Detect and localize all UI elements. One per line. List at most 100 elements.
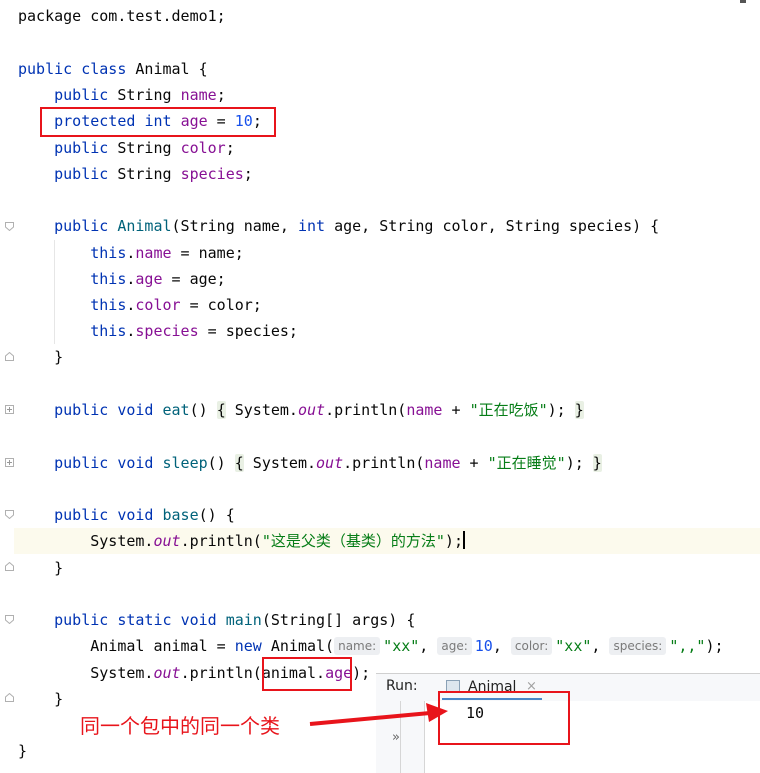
code-editor[interactable]: package com.test.demo1; public class Ani… — [0, 0, 760, 772]
expand-fold-icon[interactable] — [5, 458, 14, 467]
parameter-hint: age: — [437, 637, 472, 655]
keyword: public — [54, 454, 109, 472]
keyword: void — [117, 454, 154, 472]
parens: () — [207, 454, 226, 472]
highlight-box-protected-field — [40, 107, 276, 137]
folded-brace[interactable]: { — [216, 401, 226, 419]
folded-brace[interactable]: } — [574, 401, 584, 419]
fold-marker-icon[interactable] — [5, 510, 14, 519]
code-line-assign-name[interactable]: this.name = name; — [18, 240, 244, 266]
code-line-class-decl[interactable]: public class Animal { — [18, 56, 208, 82]
semicolon: ; — [216, 86, 226, 104]
fold-marker-icon[interactable] — [5, 352, 14, 361]
field-name: color — [135, 296, 181, 314]
number-literal: 10 — [474, 637, 493, 655]
fold-marker-icon[interactable] — [5, 562, 14, 571]
string-literal: "xx" — [555, 637, 592, 655]
field-name: species — [180, 165, 244, 183]
operator: + — [460, 454, 488, 472]
run-label: Run: — [386, 678, 418, 694]
keyword: this — [90, 270, 127, 288]
code-line-eat-method[interactable]: public void eat() { System.out.println(n… — [18, 397, 584, 423]
keyword: this — [90, 322, 127, 340]
expand-fold-icon[interactable] — [5, 405, 14, 414]
method-name: main — [225, 611, 262, 629]
semicolon: ; — [243, 165, 253, 183]
keyword: public — [54, 506, 109, 524]
package-statement: package com.test.demo1; — [18, 7, 226, 25]
field-name: name — [424, 454, 461, 472]
code-line-assign-species[interactable]: this.species = species; — [18, 318, 298, 344]
keyword: int — [297, 217, 326, 235]
comma: , — [492, 637, 511, 655]
type-name: String — [117, 165, 172, 183]
fold-marker-icon[interactable] — [5, 693, 14, 702]
text-caret — [462, 531, 465, 549]
parameters: (String[] args) { — [261, 611, 416, 629]
keyword: new — [234, 637, 262, 655]
folded-brace[interactable]: } — [592, 454, 602, 472]
method-name: sleep — [162, 454, 208, 472]
static-field: out — [153, 532, 181, 550]
string-literal: "这是父类（基类）的方法" — [261, 532, 445, 550]
fold-marker-icon[interactable] — [5, 222, 14, 231]
code-line-package[interactable]: package com.test.demo1; — [18, 3, 226, 29]
string-literal: "正在睡觉" — [487, 454, 566, 472]
parens: () — [189, 401, 208, 419]
code-line-close-brace[interactable]: } — [18, 738, 27, 764]
constructor-call: Animal( — [261, 637, 335, 655]
type-name: String — [117, 139, 172, 157]
parameters: age, String color, String species) { — [325, 217, 660, 235]
keyword: public — [54, 86, 109, 104]
code-line-field-name[interactable]: public String name; — [18, 82, 226, 108]
parameter-hint: species: — [609, 637, 667, 655]
keyword: void — [117, 506, 154, 524]
call-close: ); — [565, 454, 584, 472]
annotation-arrow-icon — [309, 703, 448, 726]
code-line-field-species[interactable]: public String species; — [18, 161, 253, 187]
keyword: class — [81, 60, 127, 78]
constructor-name: Animal — [117, 217, 172, 235]
method-call: .println( — [180, 532, 262, 550]
code-line-new-animal[interactable]: Animal animal = new Animal(name: "xx", ag… — [18, 633, 724, 659]
string-literal: ",," — [669, 637, 706, 655]
field-name: name — [180, 86, 217, 104]
parens-brace: () { — [198, 506, 235, 524]
assignment: = age; — [162, 270, 226, 288]
code-line-field-color[interactable]: public String color; — [18, 135, 235, 161]
field-name: age — [135, 270, 163, 288]
code-line-base-body[interactable]: System.out.println("这是父类（基类）的方法"); — [18, 528, 465, 554]
code-line-constructor[interactable]: public Animal(String name, int age, Stri… — [18, 213, 659, 239]
keyword: public — [54, 139, 109, 157]
code-line-assign-color[interactable]: this.color = color; — [18, 292, 262, 318]
comma: , — [591, 637, 610, 655]
keyword: this — [90, 296, 127, 314]
code-line-close-brace[interactable]: } — [18, 344, 63, 370]
string-literal: "xx" — [383, 637, 420, 655]
call-close: ); — [705, 637, 724, 655]
keyword: public — [18, 60, 73, 78]
string-literal: "正在吃饭" — [469, 401, 548, 419]
code-line-sleep-method[interactable]: public void sleep() { System.out.println… — [18, 450, 602, 476]
parameter-hint: name: — [334, 637, 381, 655]
folded-brace[interactable]: { — [234, 454, 244, 472]
code-line-main-method[interactable]: public static void main(String[] args) { — [18, 607, 415, 633]
semicolon: ; — [225, 139, 235, 157]
brace: } — [18, 742, 28, 760]
assignment: = color; — [180, 296, 262, 314]
code-line-close-brace[interactable]: } — [18, 555, 63, 581]
code-line-assign-age[interactable]: this.age = age; — [18, 266, 226, 292]
keyword: public — [54, 165, 109, 183]
field-name: species — [135, 322, 199, 340]
static-field: out — [316, 454, 344, 472]
assignment: = name; — [171, 244, 244, 262]
call-close: ); — [547, 401, 566, 419]
fold-marker-icon[interactable] — [5, 615, 14, 624]
call-target: System. — [90, 664, 154, 682]
editor-gutter — [0, 0, 18, 772]
code-line-close-brace[interactable]: } — [18, 686, 63, 712]
code-line-base-method[interactable]: public void base() { — [18, 502, 235, 528]
call-target: System. — [225, 401, 298, 419]
keyword: void — [180, 611, 217, 629]
comma: , — [419, 637, 438, 655]
